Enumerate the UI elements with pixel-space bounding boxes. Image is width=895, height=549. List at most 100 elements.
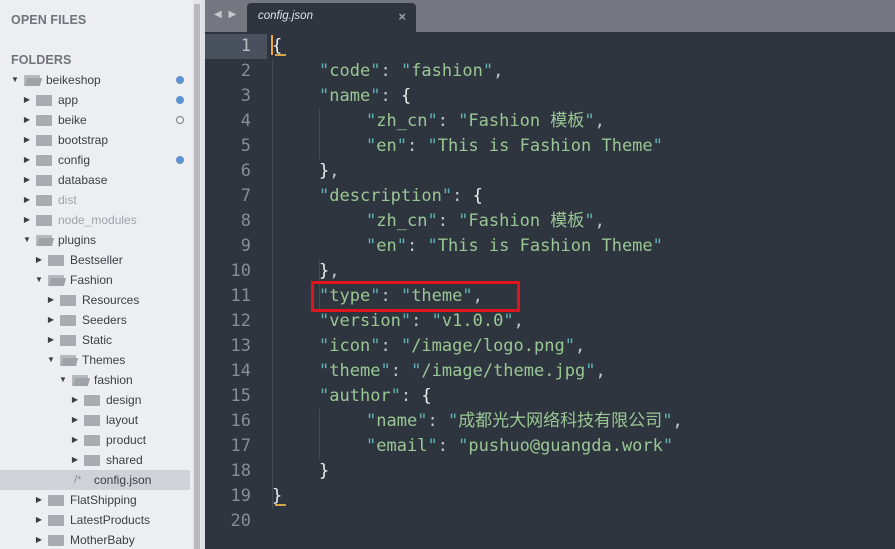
punctuation-token: ,: [594, 111, 605, 131]
tree-folder-item[interactable]: ▶ design: [0, 390, 193, 410]
tree-folder-item[interactable]: ▶ beike: [0, 110, 193, 130]
tree-item-label: dist: [58, 193, 77, 207]
disclosure-collapsed-icon[interactable]: ▶: [22, 110, 32, 130]
line-number: 18: [230, 461, 251, 481]
disclosure-collapsed-icon[interactable]: ▶: [46, 310, 56, 330]
folder-icon: [60, 295, 76, 306]
code-line[interactable]: "name": {: [319, 84, 411, 109]
code-line[interactable]: "email": "pushuo@guangda.work": [366, 434, 673, 459]
tree-folder-item[interactable]: ▼ Themes: [0, 350, 193, 370]
code-line[interactable]: "en": "This is Fashion Theme": [366, 134, 663, 159]
disclosure-expanded-icon[interactable]: ▼: [22, 230, 32, 250]
sidebar-scrollbar-thumb[interactable]: [194, 4, 200, 549]
tree-folder-item[interactable]: ▶ LatestProducts: [0, 510, 193, 530]
line-number: 1: [205, 34, 267, 59]
string-token: code: [329, 61, 371, 81]
quote-token: ": [366, 211, 377, 231]
code-line[interactable]: "icon": "/image/logo.png",: [319, 334, 585, 359]
disclosure-expanded-icon[interactable]: ▼: [34, 270, 44, 290]
disclosure-collapsed-icon[interactable]: ▶: [22, 90, 32, 110]
code-line[interactable]: "zh_cn": "Fashion 模板",: [366, 209, 605, 234]
disclosure-collapsed-icon[interactable]: ▶: [22, 150, 32, 170]
code-line[interactable]: "en": "This is Fashion Theme": [366, 234, 663, 259]
code-line[interactable]: "code": "fashion",: [319, 59, 503, 84]
code-line[interactable]: },: [319, 159, 340, 184]
tree-folder-item[interactable]: ▶ config: [0, 150, 193, 170]
tree-folder-item[interactable]: ▶ FlatShipping: [0, 490, 193, 510]
tree-folder-item[interactable]: ▶ Static: [0, 330, 193, 350]
tree-folder-item[interactable]: ▶ dist: [0, 190, 193, 210]
punctuation-token: {: [272, 36, 283, 56]
folder-open-icon: [36, 235, 52, 246]
tree-folder-item[interactable]: ▼ plugins: [0, 230, 193, 250]
line-number: 4: [240, 111, 251, 131]
file-comment-icon: /*: [74, 474, 82, 486]
disclosure-collapsed-icon[interactable]: ▶: [22, 170, 32, 190]
disclosure-collapsed-icon[interactable]: ▶: [34, 250, 44, 270]
folder-icon: [36, 115, 52, 126]
tree-folder-item[interactable]: ▶ bootstrap: [0, 130, 193, 150]
tree-folder-item[interactable]: ▶ Resources: [0, 290, 193, 310]
punctuation-token: }: [319, 261, 330, 281]
disclosure-collapsed-icon[interactable]: ▶: [22, 130, 32, 150]
disclosure-collapsed-icon[interactable]: ▶: [34, 510, 44, 530]
quote-token: ": [319, 61, 330, 81]
tree-file-item[interactable]: /* config.json: [0, 470, 190, 490]
quote-token: ": [584, 211, 595, 231]
punctuation-token: ,: [513, 311, 524, 331]
tree-folder-item[interactable]: ▶ MotherBaby: [0, 530, 193, 549]
line-number: 6: [240, 161, 251, 181]
tree-folder-item[interactable]: ▼ fashion: [0, 370, 193, 390]
disclosure-expanded-icon[interactable]: ▼: [58, 370, 68, 390]
quote-token: ": [585, 361, 596, 381]
code-line[interactable]: "name": "成都光大网络科技有限公司",: [366, 409, 683, 434]
tree-folder-item[interactable]: ▶ node_modules: [0, 210, 193, 230]
folder-icon: [36, 155, 52, 166]
quote-token: ": [411, 361, 422, 381]
code-line[interactable]: "description": {: [319, 184, 483, 209]
quote-token: ": [319, 361, 330, 381]
disclosure-collapsed-icon[interactable]: ▶: [46, 330, 56, 350]
disclosure-collapsed-icon[interactable]: ▶: [46, 290, 56, 310]
tree-item-label: beikeshop: [46, 73, 101, 87]
disclosure-collapsed-icon[interactable]: ▶: [70, 410, 80, 430]
tree-item-label: database: [58, 173, 108, 187]
code-line[interactable]: "version": "v1.0.0",: [319, 309, 524, 334]
tree-folder-item[interactable]: ▶ app: [0, 90, 193, 110]
disclosure-expanded-icon[interactable]: ▼: [10, 70, 20, 90]
tree-folder-item[interactable]: ▶ shared: [0, 450, 193, 470]
tree-folder-item[interactable]: ▶ Seeders: [0, 310, 193, 330]
disclosure-collapsed-icon[interactable]: ▶: [34, 490, 44, 510]
tree-folder-item[interactable]: ▼ Fashion: [0, 270, 193, 290]
folder-icon: [84, 395, 100, 406]
disclosure-collapsed-icon[interactable]: ▶: [70, 450, 80, 470]
code-editor[interactable]: 1 2 3 4 5 6 7 8 9 10 11 12 13 14 15 16 17 18 19 20 {"code":…: [205, 32, 895, 549]
tree-folder-item[interactable]: ▶ database: [0, 170, 193, 190]
tree-item-label: product: [106, 433, 147, 447]
tree-folder-item[interactable]: ▶ product: [0, 430, 193, 450]
code-line[interactable]: "author": {: [319, 384, 432, 409]
tab-config-json[interactable]: config.json ×: [247, 3, 416, 32]
disclosure-collapsed-icon[interactable]: ▶: [22, 210, 32, 230]
string-token: zh_cn: [376, 211, 428, 231]
quote-token: ": [370, 336, 381, 356]
punctuation-token: ,: [329, 261, 340, 281]
folder-icon: [48, 495, 64, 506]
close-icon[interactable]: ×: [398, 9, 406, 24]
tree-folder-item[interactable]: ▶ Bestseller: [0, 250, 193, 270]
code-line[interactable]: "zh_cn": "Fashion 模板",: [366, 109, 605, 134]
code-line[interactable]: }: [319, 459, 329, 484]
tab-nav-arrows-icon[interactable]: ◀ ▶: [214, 9, 238, 20]
tree-folder-item[interactable]: ▶ layout: [0, 410, 193, 430]
disclosure-expanded-icon[interactable]: ▼: [46, 350, 56, 370]
disclosure-collapsed-icon[interactable]: ▶: [34, 530, 44, 549]
punctuation-token: :: [380, 86, 401, 106]
disclosure-collapsed-icon[interactable]: ▶: [70, 430, 80, 450]
disclosure-collapsed-icon[interactable]: ▶: [22, 190, 32, 210]
line-number: 2: [240, 61, 251, 81]
tree-folder-item[interactable]: ▼ beikeshop: [0, 70, 193, 90]
code-line[interactable]: "theme": "/image/theme.jpg",: [319, 359, 606, 384]
punctuation-token: :: [437, 211, 459, 231]
disclosure-collapsed-icon[interactable]: ▶: [70, 390, 80, 410]
open-files-heading: OPEN FILES: [11, 13, 87, 27]
